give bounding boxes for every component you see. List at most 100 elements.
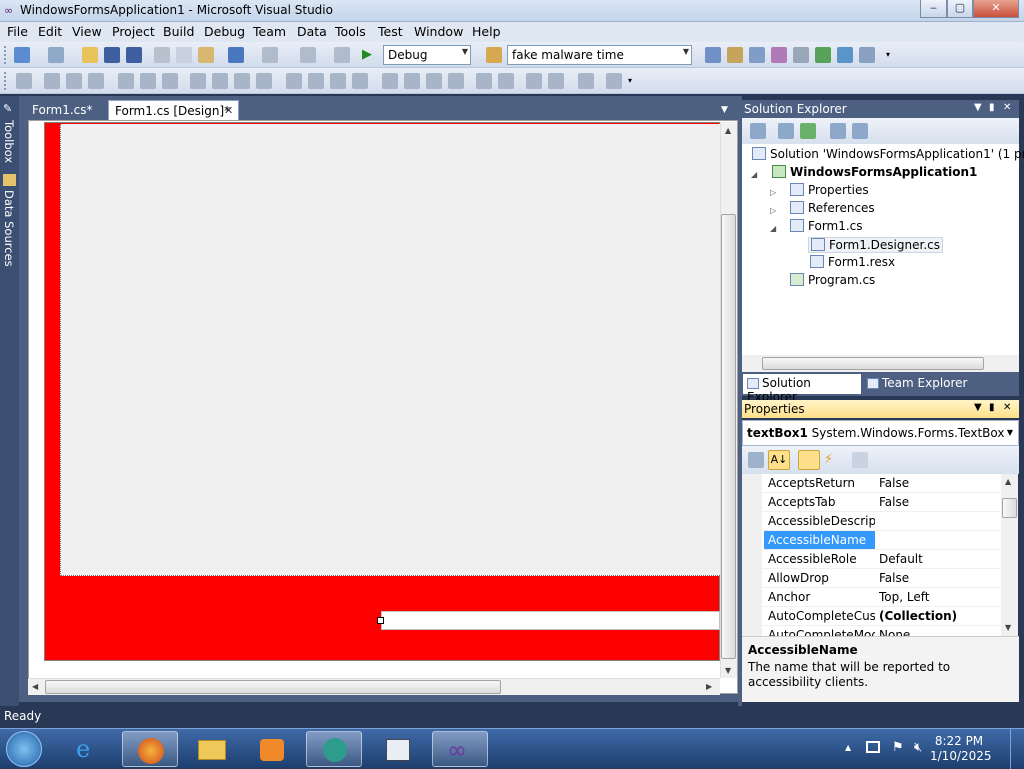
tab-team-explorer[interactable]: Team Explorer: [863, 374, 972, 394]
alphabetical-icon[interactable]: A↓: [768, 450, 790, 470]
tab-solution-explorer[interactable]: Solution Explorer: [743, 374, 861, 404]
tree-item-form1-designer[interactable]: Form1.Designer.cs: [808, 237, 943, 253]
chat-icon[interactable]: [306, 731, 362, 767]
tab-form1-cs[interactable]: Form1.cs*: [26, 100, 99, 120]
save-icon[interactable]: [104, 47, 120, 63]
property-value[interactable]: Default: [879, 552, 923, 566]
toolbar-options-icon[interactable]: ▾: [886, 47, 898, 63]
command-window-icon[interactable]: [859, 47, 875, 63]
make-same-height-icon[interactable]: [234, 73, 250, 89]
undo-icon[interactable]: [228, 47, 244, 63]
visual-studio-icon[interactable]: ∞: [432, 731, 488, 767]
network-icon[interactable]: [866, 741, 880, 753]
app-icon[interactable]: [370, 731, 426, 767]
form1-client-panel[interactable]: [60, 124, 720, 576]
add-item-icon[interactable]: [48, 47, 64, 63]
remove-horizontal-spacing-icon[interactable]: [352, 73, 368, 89]
decrease-horizontal-spacing-icon[interactable]: [330, 73, 346, 89]
property-row[interactable]: AcceptsTab False: [742, 493, 1001, 512]
extension-manager-icon[interactable]: [837, 47, 853, 63]
scroll-right-icon[interactable]: ▶: [706, 682, 712, 691]
close-button[interactable]: ✕: [973, 0, 1019, 18]
make-same-width-icon[interactable]: [190, 73, 206, 89]
window-position-icon[interactable]: ▼: [974, 402, 982, 413]
pin-icon[interactable]: ✎: [3, 102, 12, 115]
solution-tree-hscrollbar[interactable]: [742, 355, 1019, 372]
collapse-arrow-icon[interactable]: ◢: [751, 170, 757, 179]
expand-arrow-icon[interactable]: ▷: [770, 188, 776, 197]
ie-icon[interactable]: e: [62, 731, 118, 767]
find-combo[interactable]: fake malware time ▼: [507, 45, 692, 65]
scroll-up-icon[interactable]: ▲: [725, 126, 731, 135]
solution-tree-hthumb[interactable]: [762, 357, 984, 370]
property-grid-thumb[interactable]: [1002, 498, 1017, 518]
increase-horizontal-spacing-icon[interactable]: [308, 73, 324, 89]
start-page-icon[interactable]: [815, 47, 831, 63]
property-value[interactable]: False: [879, 495, 909, 509]
volume-muted-icon[interactable]: 🔇︎: [914, 740, 922, 755]
size-to-grid-icon[interactable]: [212, 73, 228, 89]
scroll-left-icon[interactable]: ◀: [32, 682, 38, 691]
firefox-icon[interactable]: [122, 731, 178, 767]
remove-vertical-spacing-icon[interactable]: [448, 73, 464, 89]
action-center-flag-icon[interactable]: ⚑: [892, 740, 904, 755]
object-browser-icon[interactable]: [749, 47, 765, 63]
bring-to-front-icon[interactable]: [526, 73, 542, 89]
navigate-back-icon[interactable]: [300, 47, 316, 63]
redo-icon[interactable]: [262, 47, 278, 63]
decrease-vertical-spacing-icon[interactable]: [426, 73, 442, 89]
align-rights-icon[interactable]: [88, 73, 104, 89]
refresh-icon[interactable]: [800, 123, 816, 139]
align-centers-icon[interactable]: [66, 73, 82, 89]
make-same-size-icon[interactable]: [256, 73, 272, 89]
start-orb-icon[interactable]: [6, 731, 42, 767]
tab-order-icon[interactable]: [578, 73, 594, 89]
tree-item-program-cs[interactable]: Program.cs: [790, 273, 875, 287]
property-row[interactable]: AutoCompleteMode None: [742, 626, 1001, 636]
show-all-files-icon[interactable]: [778, 123, 794, 139]
tree-item-project[interactable]: WindowsFormsApplication1: [772, 165, 977, 179]
tree-item-references[interactable]: References: [790, 201, 875, 215]
menu-build[interactable]: Build: [163, 24, 194, 39]
center-horizontally-icon[interactable]: [476, 73, 492, 89]
property-row[interactable]: AllowDrop False: [742, 569, 1001, 588]
property-row[interactable]: AutoCompleteCustomSource (Collection): [742, 607, 1001, 626]
tab-form1-design[interactable]: Form1.cs [Design]*: [108, 100, 239, 120]
open-file-icon[interactable]: [82, 47, 98, 63]
close-pane-icon[interactable]: ✕: [1003, 402, 1011, 413]
start-debugging-icon[interactable]: ▶: [362, 47, 378, 63]
object-selector[interactable]: textBox1 System.Windows.Forms.TextBox ▼: [742, 420, 1019, 446]
properties-window-icon[interactable]: [727, 47, 743, 63]
tab-overflow-icon[interactable]: ▼: [721, 105, 728, 115]
center-vertically-icon[interactable]: [498, 73, 514, 89]
toolbar-grip[interactable]: [4, 72, 7, 90]
resize-handle[interactable]: [377, 617, 384, 624]
menu-project[interactable]: Project: [112, 24, 155, 39]
collapse-arrow-icon[interactable]: ◢: [770, 224, 776, 233]
align-bottoms-icon[interactable]: [162, 73, 178, 89]
tree-item-form1-resx[interactable]: Form1.resx: [810, 255, 895, 269]
close-pane-icon[interactable]: ✕: [1003, 102, 1011, 113]
cut-icon[interactable]: [154, 47, 170, 63]
menu-test[interactable]: Test: [378, 24, 403, 39]
align-tops-icon[interactable]: [118, 73, 134, 89]
menu-tools[interactable]: Tools: [335, 24, 366, 39]
align-to-grid-icon[interactable]: [16, 73, 32, 89]
tree-item-solution[interactable]: Solution 'WindowsFormsApplication1' (1 p…: [752, 147, 1024, 161]
property-row[interactable]: AcceptsReturn False: [742, 474, 1001, 493]
close-tab-icon[interactable]: ✕: [224, 104, 233, 117]
paste-icon[interactable]: [198, 47, 214, 63]
property-value[interactable]: False: [879, 476, 909, 490]
navigate-forward-icon[interactable]: [334, 47, 350, 63]
menu-data[interactable]: Data: [297, 24, 327, 39]
properties-icon[interactable]: [750, 123, 766, 139]
media-player-icon[interactable]: [244, 731, 300, 767]
menu-window[interactable]: Window: [414, 24, 463, 39]
properties-view-icon[interactable]: [798, 450, 820, 470]
save-all-icon[interactable]: [126, 47, 142, 63]
maximize-button[interactable]: ▢: [947, 0, 973, 18]
tree-item-form1-cs[interactable]: Form1.cs: [790, 219, 863, 233]
auto-hide-pin-icon[interactable]: ▮: [989, 102, 995, 113]
textbox1-control[interactable]: [381, 611, 720, 630]
explorer-icon[interactable]: [184, 731, 240, 767]
